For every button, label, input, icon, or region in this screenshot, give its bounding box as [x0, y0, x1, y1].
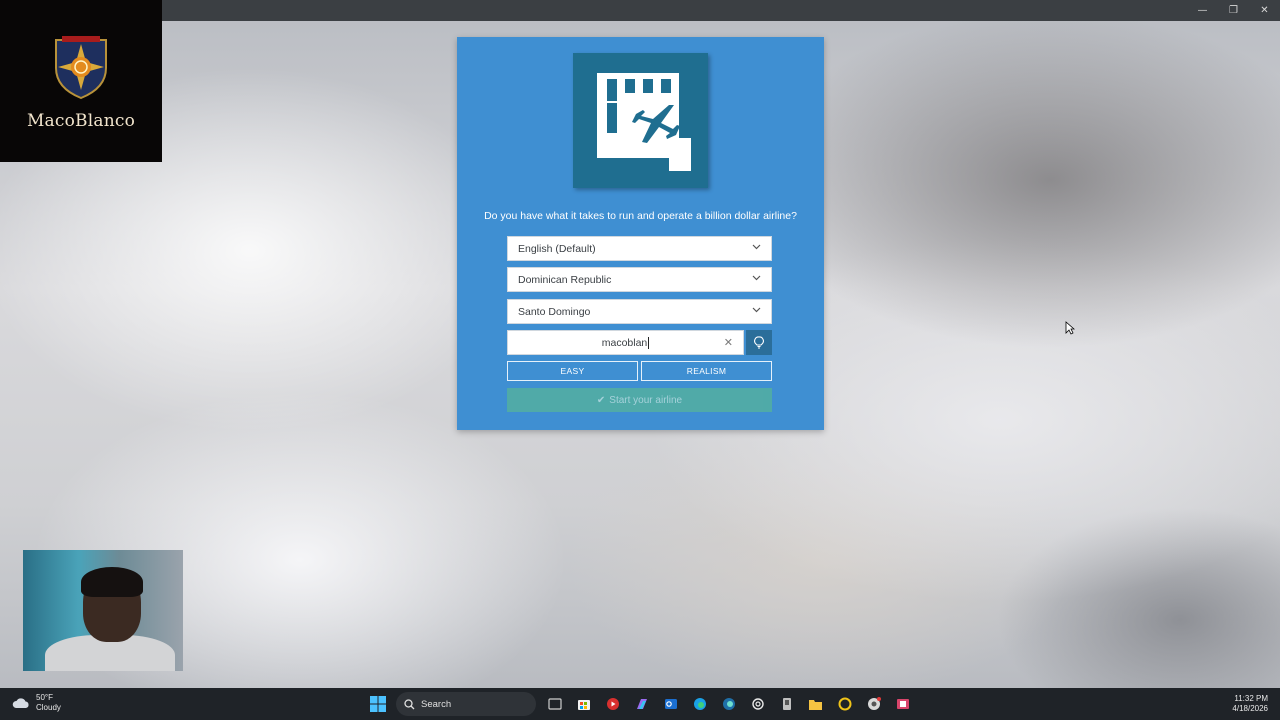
language-select[interactable]: English (Default): [507, 236, 772, 261]
city-select-value: Santo Domingo: [518, 305, 591, 318]
clock-date: 4/18/2026: [1232, 704, 1268, 713]
search-label: Search: [421, 698, 452, 710]
restore-button[interactable]: ❐: [1218, 0, 1249, 21]
chrome-icon[interactable]: [859, 692, 888, 716]
city-select[interactable]: Santo Domingo: [507, 299, 772, 324]
country-select[interactable]: Dominican Republic: [507, 267, 772, 292]
taskbar-apps: Search: [363, 692, 917, 716]
yellow-app-icon[interactable]: [830, 692, 859, 716]
shield-compass-logo-icon: [50, 34, 112, 105]
streamer-logo-overlay: MacoBlanco: [0, 0, 162, 162]
windows-logo-icon: [369, 696, 386, 712]
store-icon[interactable]: [569, 692, 598, 716]
mouse-cursor-icon: [1065, 321, 1076, 340]
device-icon[interactable]: [772, 692, 801, 716]
check-icon: ✔: [596, 394, 606, 406]
easy-mode-button[interactable]: EASY: [507, 361, 638, 381]
cloud-icon: [12, 698, 29, 708]
tagline: Do you have what it takes to run and ope…: [484, 210, 797, 222]
weather-desc: Cloudy: [36, 703, 61, 712]
realism-mode-button[interactable]: REALISM: [641, 361, 772, 381]
logo-text: MacoBlanco: [26, 111, 136, 131]
start-airline-button[interactable]: ✔ Start your airline: [507, 388, 772, 412]
chevron-down-icon: [752, 307, 761, 313]
edge-dev-icon[interactable]: [714, 692, 743, 716]
airline-name-input[interactable]: macoblan ✕: [507, 330, 744, 355]
game-app-icon[interactable]: [888, 692, 917, 716]
lightbulb-icon: [754, 336, 764, 349]
window-title-bar: — ❐ ✕: [0, 0, 1280, 21]
media-player-icon[interactable]: [598, 692, 627, 716]
close-button[interactable]: ✕: [1249, 0, 1280, 21]
airline-app-icon: [573, 53, 708, 188]
weather-widget[interactable]: 50°F Cloudy: [12, 693, 61, 713]
airline-name-value: macoblan: [601, 336, 648, 349]
file-explorer-icon[interactable]: [801, 692, 830, 716]
webcam-person-hair: [81, 567, 143, 597]
language-select-value: English (Default): [518, 242, 596, 255]
taskbar: 50°F Cloudy Search 11:32 PM 4/18/2026: [0, 688, 1280, 720]
text-caret: [648, 336, 650, 349]
edge-icon[interactable]: [685, 692, 714, 716]
taskbar-search[interactable]: Search: [396, 692, 536, 716]
chatgpt-icon[interactable]: [743, 692, 772, 716]
minimize-button[interactable]: —: [1187, 0, 1218, 21]
clear-icon[interactable]: ✕: [724, 336, 733, 349]
outlook-icon[interactable]: [656, 692, 685, 716]
copilot-icon[interactable]: [627, 692, 656, 716]
country-select-value: Dominican Republic: [518, 273, 612, 286]
system-clock[interactable]: 11:32 PM 4/18/2026: [1232, 694, 1268, 714]
clock-time: 11:32 PM: [1234, 694, 1268, 703]
webcam-overlay: [23, 550, 183, 671]
suggest-name-button[interactable]: [746, 330, 772, 355]
chevron-down-icon: [752, 244, 761, 250]
start-airline-panel: Do you have what it takes to run and ope…: [457, 37, 824, 430]
weather-temp: 50°F: [36, 693, 53, 702]
chevron-down-icon: [752, 275, 761, 281]
search-icon: [404, 698, 415, 709]
start-airline-label: Start your airline: [609, 394, 683, 406]
start-button[interactable]: [363, 692, 392, 716]
task-view-icon[interactable]: [540, 692, 569, 716]
